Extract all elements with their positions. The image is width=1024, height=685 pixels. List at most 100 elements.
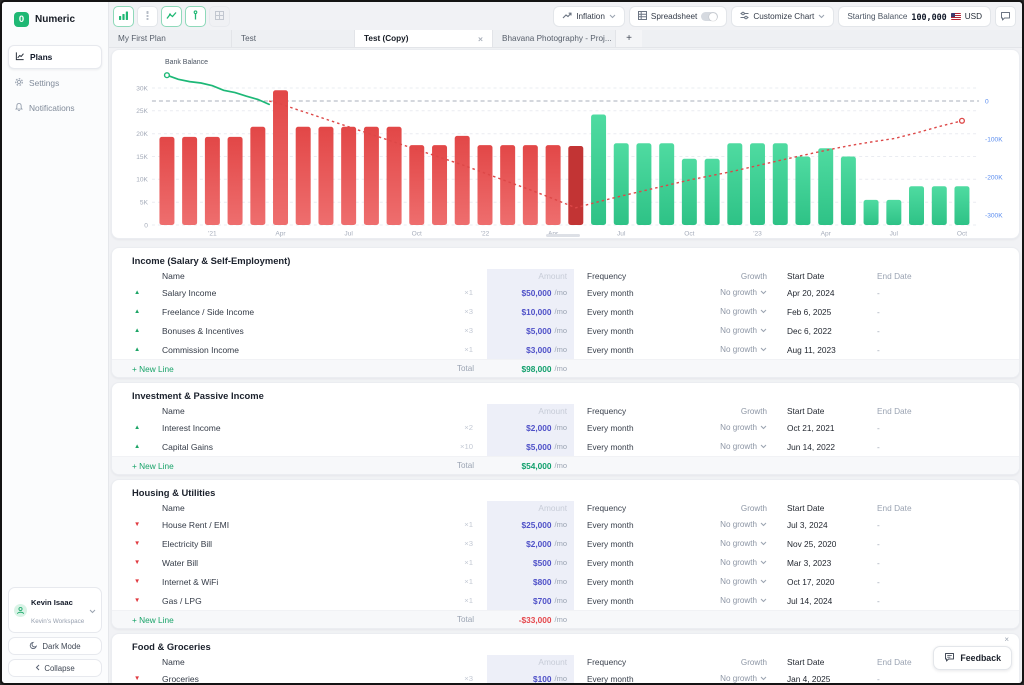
row-growth-dropdown[interactable]: No growth [702,423,767,432]
tab-my-first-plan[interactable]: My First Plan [109,30,232,47]
row-amount[interactable]: $2,000/mo [487,534,574,553]
customize-chart-dropdown[interactable]: Customize Chart [731,6,834,27]
feedback-close-icon[interactable]: × [1004,635,1009,644]
row-name[interactable]: Gas / LPG [158,596,457,606]
row-name[interactable]: Groceries [158,674,457,684]
table-row[interactable]: ▼ Internet & WiFi ×1 $800/mo Every month… [112,572,1019,591]
row-growth-dropdown[interactable]: No growth [702,307,767,316]
row-start-date[interactable]: Dec 6, 2022 [767,326,872,336]
row-amount[interactable]: $5,000/mo [487,321,574,340]
row-multiplier[interactable]: ×2 [457,423,487,432]
table-row[interactable]: ▲ Salary Income ×1 $50,000/mo Every mont… [112,283,1019,302]
row-growth-dropdown[interactable]: No growth [702,577,767,586]
row-growth-dropdown[interactable]: No growth [702,442,767,451]
row-amount[interactable]: $2,000/mo [487,418,574,437]
row-name[interactable]: Freelance / Side Income [158,307,457,317]
row-frequency[interactable]: Every month [574,423,702,433]
table-row[interactable]: ▲ Capital Gains ×10 $5,000/mo Every mont… [112,437,1019,456]
waterfall-view-button[interactable] [137,6,158,27]
row-start-date[interactable]: Nov 25, 2020 [767,539,872,549]
row-name[interactable]: Bonuses & Incentives [158,326,457,336]
row-frequency[interactable]: Every month [574,539,702,549]
row-multiplier[interactable]: ×1 [457,596,487,605]
spreadsheet-toggle[interactable] [701,12,718,22]
table-row[interactable]: ▲ Freelance / Side Income ×3 $10,000/mo … [112,302,1019,321]
spreadsheet-pill[interactable]: Spreadsheet [629,6,727,27]
row-growth-dropdown[interactable]: No growth [702,288,767,297]
chart-scrollbar-thumb[interactable] [546,234,580,237]
row-end-date[interactable]: - [872,577,1019,587]
row-amount[interactable]: $10,000/mo [487,302,574,321]
row-name[interactable]: Commission Income [158,345,457,355]
new-line-button[interactable]: + New Line [132,364,457,374]
row-start-date[interactable]: Oct 21, 2021 [767,423,872,433]
row-growth-dropdown[interactable]: No growth [702,345,767,354]
line-chart-view-button[interactable] [161,6,182,27]
row-start-date[interactable]: Jul 3, 2024 [767,520,872,530]
row-multiplier[interactable]: ×3 [457,307,487,316]
app-logo[interactable]: 0 Numeric [2,2,108,31]
row-multiplier[interactable]: ×3 [457,674,487,683]
row-end-date[interactable]: - [872,596,1019,606]
row-multiplier[interactable]: ×1 [457,558,487,567]
starting-balance-value[interactable]: 100,000 [911,12,946,22]
row-end-date[interactable]: - [872,539,1019,549]
row-start-date[interactable]: Mar 3, 2023 [767,558,872,568]
row-end-date[interactable]: - [872,423,1019,433]
row-frequency[interactable]: Every month [574,596,702,606]
row-growth-dropdown[interactable]: No growth [702,520,767,529]
row-amount[interactable]: $100/mo [487,669,574,683]
row-end-date[interactable]: - [872,326,1019,336]
table-row[interactable]: ▼ Gas / LPG ×1 $700/mo Every month No gr… [112,591,1019,610]
row-name[interactable]: Water Bill [158,558,457,568]
sidebar-item-settings[interactable]: Settings [8,72,102,94]
row-frequency[interactable]: Every month [574,558,702,568]
row-frequency[interactable]: Every month [574,674,702,684]
row-start-date[interactable]: Jan 4, 2025 [767,674,872,684]
row-multiplier[interactable]: ×10 [457,442,487,451]
row-start-date[interactable]: Jul 14, 2024 [767,596,872,606]
row-amount[interactable]: $25,000/mo [487,515,574,534]
row-frequency[interactable]: Every month [574,345,702,355]
row-name[interactable]: House Rent / EMI [158,520,457,530]
row-end-date[interactable]: - [872,558,1019,568]
row-frequency[interactable]: Every month [574,326,702,336]
row-amount[interactable]: $500/mo [487,553,574,572]
row-frequency[interactable]: Every month [574,288,702,298]
inflation-dropdown[interactable]: Inflation [553,6,625,27]
row-end-date[interactable]: - [872,442,1019,452]
row-name[interactable]: Capital Gains [158,442,457,452]
row-frequency[interactable]: Every month [574,577,702,587]
starting-balance-field[interactable]: Starting Balance 100,000 USD [838,6,991,27]
tab-test[interactable]: Test [232,30,355,47]
table-row[interactable]: ▼ House Rent / EMI ×1 $25,000/mo Every m… [112,515,1019,534]
row-name[interactable]: Interest Income [158,423,457,433]
cashflow-chart[interactable]: Bank Balance05K10K15K20K25K30K0-100K-200… [112,50,1019,238]
bar-chart-view-button[interactable] [113,6,134,27]
row-growth-dropdown[interactable]: No growth [702,558,767,567]
row-multiplier[interactable]: ×1 [457,520,487,529]
dark-mode-button[interactable]: Dark Mode [8,637,102,655]
row-amount[interactable]: $700/mo [487,591,574,610]
row-end-date[interactable]: - [872,307,1019,317]
milestones-view-button[interactable] [185,6,206,27]
collapse-button[interactable]: Collapse [8,659,102,677]
row-start-date[interactable]: Feb 6, 2025 [767,307,872,317]
row-multiplier[interactable]: ×3 [457,326,487,335]
row-start-date[interactable]: Oct 17, 2020 [767,577,872,587]
row-end-date[interactable]: - [872,345,1019,355]
row-amount[interactable]: $3,000/mo [487,340,574,359]
table-view-button[interactable] [209,6,230,27]
row-multiplier[interactable]: ×1 [457,345,487,354]
table-row[interactable]: ▼ Water Bill ×1 $500/mo Every month No g… [112,553,1019,572]
row-name[interactable]: Electricity Bill [158,539,457,549]
tab-bhavana-photography-proj[interactable]: Bhavana Photography - Proj... [493,30,616,47]
row-end-date[interactable]: - [872,520,1019,530]
row-start-date[interactable]: Apr 20, 2024 [767,288,872,298]
tab-close-icon[interactable]: × [472,34,483,44]
row-name[interactable]: Salary Income [158,288,457,298]
user-card[interactable]: Kevin Isaac Kevin's Workspace [8,587,102,633]
row-growth-dropdown[interactable]: No growth [702,326,767,335]
row-multiplier[interactable]: ×1 [457,288,487,297]
table-row[interactable]: ▲ Interest Income ×2 $2,000/mo Every mon… [112,418,1019,437]
